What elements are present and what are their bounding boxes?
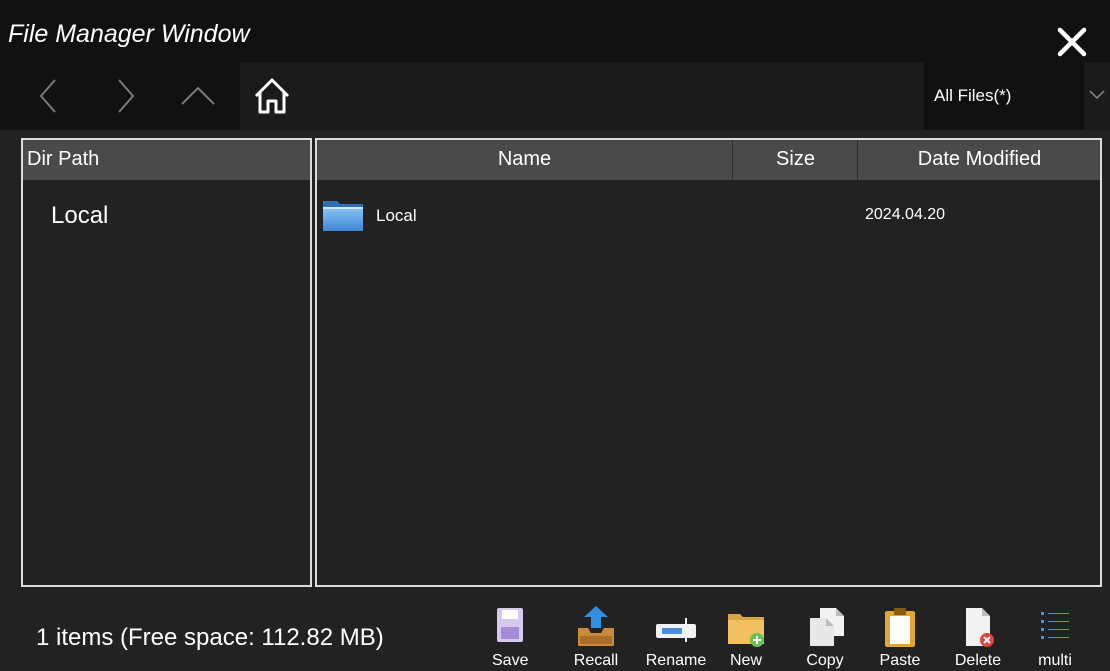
rename-label: Rename [645,652,707,669]
file-filter-label: All Files(*) [934,86,1012,105]
paste-label: Paste [879,652,921,669]
delete-button[interactable]: Delete [946,606,1010,671]
directory-panel: Dir Path Local [21,138,312,587]
title-bar: File Manager Window [0,0,1110,62]
recall-label: Recall [573,652,619,669]
home-button[interactable] [250,74,294,118]
file-name: Local [376,206,417,225]
copy-button[interactable]: Copy [802,606,848,671]
copy-label: Copy [806,652,844,669]
new-label: New [729,652,762,669]
chevron-down-icon[interactable] [1087,84,1107,104]
rename-button[interactable]: Rename [636,606,716,671]
dir-item-local[interactable]: Local [51,202,108,230]
multi-label: multi [1038,652,1072,669]
status-text: 1 items (Free space: 112.82 MB) [36,624,384,651]
column-header-date-modified[interactable]: Date Modified [859,140,1100,180]
dir-path-header: Dir Path [23,140,310,180]
navigation-bar: All Files(*) [0,62,1110,130]
column-header-name[interactable]: Name [317,140,733,180]
recall-button[interactable]: Recall [566,606,626,671]
chevron-up-icon [181,86,215,105]
recall-icon [578,606,614,646]
chevron-right-icon [118,79,135,113]
home-icon [254,78,290,114]
rename-icon [656,618,696,642]
paste-button[interactable]: Paste [872,606,928,671]
back-button[interactable] [28,74,72,118]
paste-icon [885,608,915,647]
forward-button[interactable] [104,74,148,118]
delete-label: Delete [954,652,1002,669]
chevron-left-icon [39,79,56,113]
new-folder-icon [728,614,764,647]
file-list-panel: Name Size Date Modified Local 2024.04.20 [315,138,1102,587]
close-icon [1057,27,1087,57]
up-button[interactable] [176,74,220,118]
save-label: Save [492,652,529,669]
column-header-size[interactable]: Size [734,140,858,180]
file-filter-dropdown[interactable]: All Files(*) [930,62,1110,130]
file-filter-value[interactable]: All Files(*) [930,62,1084,130]
folder-icon [323,201,363,231]
multi-select-button[interactable]: multi [1030,606,1080,671]
window-title: File Manager Window [8,20,250,48]
save-button[interactable]: Save [492,606,528,671]
multi-select-icon [1041,612,1069,639]
path-bar[interactable] [240,62,924,130]
file-date-modified: 2024.04.20 [865,206,946,223]
save-icon [497,608,523,642]
file-list-header: Name Size Date Modified [317,140,1100,180]
file-row[interactable]: Local 2024.04.20 [321,194,1096,236]
new-folder-button[interactable]: New [726,606,766,671]
close-button[interactable] [1050,20,1094,64]
delete-icon [966,608,994,647]
copy-icon [810,608,844,646]
